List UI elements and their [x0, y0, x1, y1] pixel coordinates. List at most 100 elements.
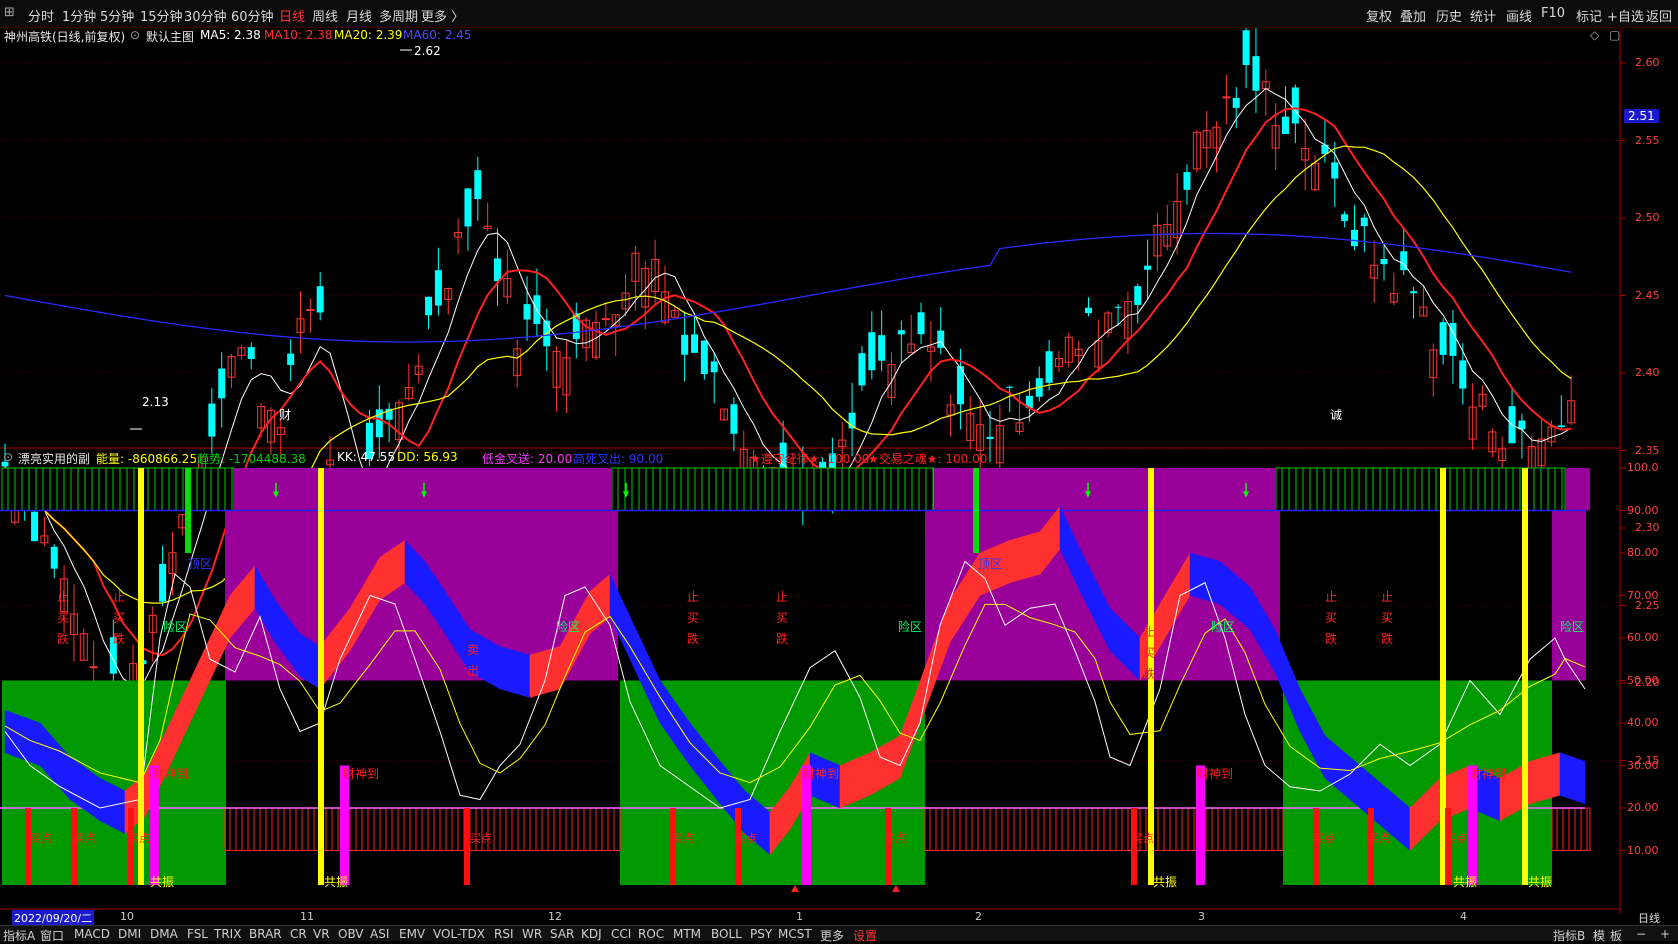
- indicator-tab-6[interactable]: TRIX: [214, 927, 241, 941]
- period-tab-4[interactable]: 30分钟: [184, 6, 227, 25]
- sub-indicator-name[interactable]: 漂亮实用的副: [18, 450, 90, 467]
- tool-button-5[interactable]: F10: [1541, 6, 1565, 21]
- indicator-tab-25[interactable]: 设置: [853, 927, 877, 944]
- indicator-tab-22[interactable]: PSY: [750, 927, 772, 941]
- indicator-tab-14[interactable]: RSI: [494, 927, 514, 941]
- candle-body-down: [868, 332, 876, 371]
- candle-body-down: [1282, 116, 1289, 135]
- candle-body-down: [1439, 322, 1447, 355]
- kk-value: KK: 47.55: [337, 450, 395, 464]
- menu-grid-icon[interactable]: ⊞: [4, 5, 15, 20]
- tool-button-7[interactable]: +自选: [1607, 6, 1644, 25]
- period-tab-0[interactable]: 分时: [28, 6, 54, 25]
- chart-area: 神州高铁(日线,前复权) ⊙ 默认主图 MA5: 2.38 MA10: 2.38…: [0, 28, 1678, 914]
- diamond-icon[interactable]: ◇: [1590, 28, 1599, 42]
- buy-stick-red: [1131, 808, 1137, 885]
- indicator-tab-3[interactable]: DMI: [118, 927, 141, 941]
- indicator-tab-12[interactable]: EMV: [399, 927, 425, 941]
- tool-button-8[interactable]: 返回: [1646, 6, 1672, 25]
- candle-body-down: [1341, 214, 1349, 221]
- indicator-tab-27[interactable]: 模: [1593, 927, 1605, 944]
- period-tab-8[interactable]: 月线: [346, 6, 372, 25]
- add-icon[interactable]: +: [1660, 927, 1670, 941]
- sub-indicator-icon[interactable]: ⊙: [3, 450, 13, 464]
- candle-body-down: [1085, 307, 1092, 314]
- buy-stick-red: [464, 808, 470, 885]
- period-tab-5[interactable]: 60分钟: [231, 6, 274, 25]
- indicator-tab-16[interactable]: SAR: [550, 927, 574, 941]
- tool-button-0[interactable]: 复权: [1366, 6, 1392, 25]
- ribbon-down: [1559, 752, 1586, 805]
- window-icon[interactable]: ▢: [1609, 28, 1620, 42]
- buy-stick-red: [128, 808, 134, 885]
- candle-body-down: [917, 312, 925, 335]
- candle-body-up: [601, 318, 610, 321]
- minimize-icon[interactable]: −: [1636, 927, 1646, 941]
- indicator-tab-7[interactable]: BRAR: [249, 927, 282, 941]
- up-arrow-icon: [892, 885, 900, 892]
- indicator-tab-18[interactable]: CCI: [611, 927, 631, 941]
- tool-button-2[interactable]: 历史: [1436, 6, 1462, 25]
- indicator-tab-8[interactable]: CR: [290, 927, 307, 941]
- tool-button-4[interactable]: 画线: [1506, 6, 1532, 25]
- candle-body-down: [986, 436, 994, 440]
- indicator-tab-26[interactable]: 指标B: [1553, 927, 1585, 944]
- stop-buy-label: 跌: [57, 632, 70, 646]
- indicator-tab-4[interactable]: DMA: [150, 927, 178, 941]
- candle-body-down: [208, 403, 216, 437]
- period-tab-1[interactable]: 1分钟: [62, 6, 96, 25]
- price-tick-0: 2.60: [1635, 56, 1660, 69]
- period-tab-9[interactable]: 多周期: [379, 6, 418, 25]
- period-tab-3[interactable]: 15分钟: [140, 6, 183, 25]
- danger-zone-label: 险区: [556, 620, 581, 634]
- indicator-tab-23[interactable]: MCST: [778, 927, 812, 941]
- indicator-tab-13[interactable]: VOL-TDX: [433, 927, 485, 941]
- indicator-tab-5[interactable]: FSL: [187, 927, 208, 941]
- indicator-tab-1[interactable]: 窗口: [40, 927, 64, 944]
- indicator-tab-28[interactable]: 板: [1610, 927, 1622, 944]
- cross-low-value: 低金叉送: 20.00: [482, 452, 573, 466]
- resonance-label: 共振: [324, 875, 349, 889]
- candle-body-down: [1350, 229, 1358, 247]
- period-tab-6[interactable]: 日线: [279, 6, 305, 25]
- period-tab-2[interactable]: 5分钟: [100, 6, 134, 25]
- candle-body-down: [1134, 286, 1142, 305]
- sell-out-label: 卖: [467, 643, 480, 657]
- tool-button-3[interactable]: 统计: [1470, 6, 1496, 25]
- template-icon[interactable]: ⊙: [130, 28, 140, 42]
- tool-button-1[interactable]: 叠加: [1400, 6, 1426, 25]
- bottom-band-red: [1551, 807, 1591, 851]
- buy-stick-red: [1313, 808, 1319, 885]
- stop-buy-label: 止: [1143, 625, 1156, 639]
- top-spike-green: [185, 468, 191, 553]
- period-tab-10[interactable]: 更多 〉: [421, 6, 464, 25]
- candle-body-down: [1557, 425, 1565, 428]
- template-name[interactable]: 默认主图: [146, 28, 194, 45]
- top-band-green: [1275, 467, 1566, 511]
- up-arrow-icon: [791, 885, 799, 892]
- indicator-tab-0[interactable]: 指标A: [3, 927, 35, 944]
- indicator-tab-9[interactable]: VR: [313, 927, 330, 941]
- tool-button-6[interactable]: 标记: [1576, 6, 1602, 25]
- sub-tick-4: 60.00: [1627, 631, 1659, 644]
- resonance-label: 共振: [150, 875, 175, 889]
- current-price-tag: 2.51: [1624, 109, 1659, 123]
- indicator-tab-19[interactable]: ROC: [638, 927, 664, 941]
- period-tab-7[interactable]: 周线: [312, 6, 338, 25]
- indicator-tab-24[interactable]: 更多: [820, 927, 844, 944]
- buy-point-label: 买点: [1132, 832, 1154, 845]
- ribbon-down: [499, 646, 531, 698]
- candle-body-down: [710, 361, 718, 373]
- indicator-tab-11[interactable]: ASI: [370, 927, 389, 941]
- buy-point-label: 买点: [735, 832, 757, 845]
- resonance-label: 共振: [1153, 875, 1178, 889]
- stop-buy-label: 买: [1143, 646, 1156, 660]
- candle-body-down: [1144, 265, 1152, 270]
- indicator-tab-10[interactable]: OBV: [338, 927, 364, 941]
- indicator-tab-21[interactable]: BOLL: [711, 927, 742, 941]
- indicator-tab-20[interactable]: MTM: [673, 927, 701, 941]
- indicator-tab-2[interactable]: MACD: [74, 927, 110, 941]
- power-bar-magenta: [340, 765, 349, 885]
- indicator-tab-17[interactable]: KDJ: [581, 927, 602, 941]
- indicator-tab-15[interactable]: WR: [522, 927, 542, 941]
